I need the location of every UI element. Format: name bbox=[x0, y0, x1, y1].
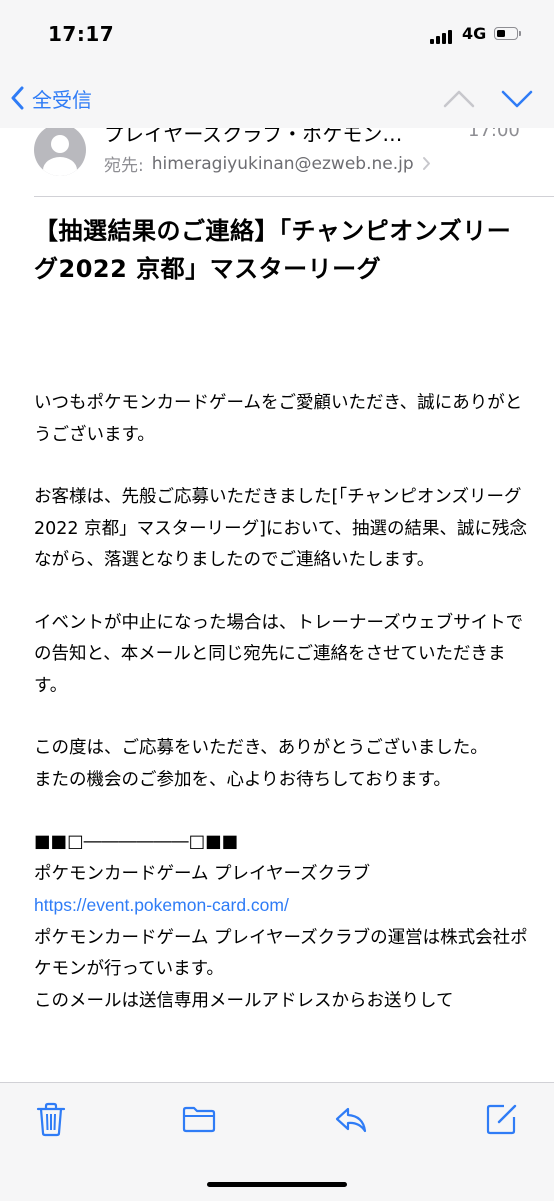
sent-time: 17:00 bbox=[468, 128, 520, 141]
chevron-left-icon bbox=[11, 86, 24, 110]
recipient-address: himeragiyukinan@ezweb.ne.jp bbox=[151, 153, 414, 174]
status-time: 17:17 bbox=[48, 22, 115, 46]
body-closing: またの機会のご参加を、心よりお待ちしております。 bbox=[34, 769, 451, 790]
body-separator: ■■□――――――□■■ bbox=[34, 832, 239, 852]
signal-icon bbox=[430, 28, 456, 44]
body-result: お客様は、先般ご応募いただきました[「チャンピオンズリーグ2022 京都」マスタ… bbox=[34, 487, 528, 570]
trash-icon[interactable] bbox=[33, 1101, 69, 1137]
status-bar: 17:17 4G bbox=[0, 0, 554, 70]
body-greeting: いつもポケモンカードゲームをご愛顧いただき、誠にありがとうございます。 bbox=[34, 393, 523, 445]
body-noreply: このメールは送信専用メールアドレスからお送りして bbox=[34, 990, 454, 1011]
body-link[interactable]: https://event.pokemon-card.com/ bbox=[34, 895, 289, 915]
network-type: 4G bbox=[462, 24, 487, 43]
compose-icon[interactable] bbox=[484, 1101, 520, 1137]
avatar[interactable] bbox=[34, 128, 86, 176]
chevron-down-icon[interactable] bbox=[500, 84, 534, 112]
sender-name[interactable]: プレイヤーズクラブ・ポケモン… bbox=[104, 128, 402, 147]
chevron-right-icon bbox=[422, 157, 430, 170]
nav-bar: 全受信 bbox=[0, 70, 554, 128]
recipient-row[interactable]: 宛先: himeragiyukinan@ezweb.ne.jp bbox=[104, 151, 431, 176]
message-subject: 【抽選結果のご連絡】「チャンピオンズリーグ2022 京都」マスターリーグ bbox=[34, 217, 512, 283]
reply-icon[interactable] bbox=[333, 1101, 369, 1137]
message-body: いつもポケモンカードゲームをご愛顧いただき、誠にありがとうございます。 お客様は… bbox=[34, 388, 534, 1017]
body-org-name: ポケモンカードゲーム プレイヤーズクラブ bbox=[34, 863, 371, 884]
recipient-label: 宛先: bbox=[104, 156, 144, 176]
battery-icon bbox=[494, 27, 518, 40]
battery-cap bbox=[519, 31, 521, 36]
back-button[interactable]: 全受信 bbox=[10, 82, 92, 114]
chevron-up-icon[interactable] bbox=[442, 84, 476, 112]
body-cancel-notice: イベントが中止になった場合は、トレーナーズウェブサイトでの告知と、本メールと同じ… bbox=[34, 612, 524, 696]
back-label: 全受信 bbox=[32, 87, 92, 112]
person-icon bbox=[43, 135, 77, 176]
home-indicator[interactable] bbox=[207, 1182, 347, 1187]
body-operator: ポケモンカードゲーム プレイヤーズクラブの運営は株式会社ポケモンが行っています。 bbox=[34, 927, 528, 980]
body-thanks: この度は、ご応募をいただき、ありがとうございました。 bbox=[34, 738, 488, 758]
header-divider bbox=[34, 196, 554, 197]
folder-icon[interactable] bbox=[181, 1101, 217, 1137]
message-header: プレイヤーズクラブ・ポケモン… 17:00 宛先: himeragiyukina… bbox=[0, 128, 554, 196]
